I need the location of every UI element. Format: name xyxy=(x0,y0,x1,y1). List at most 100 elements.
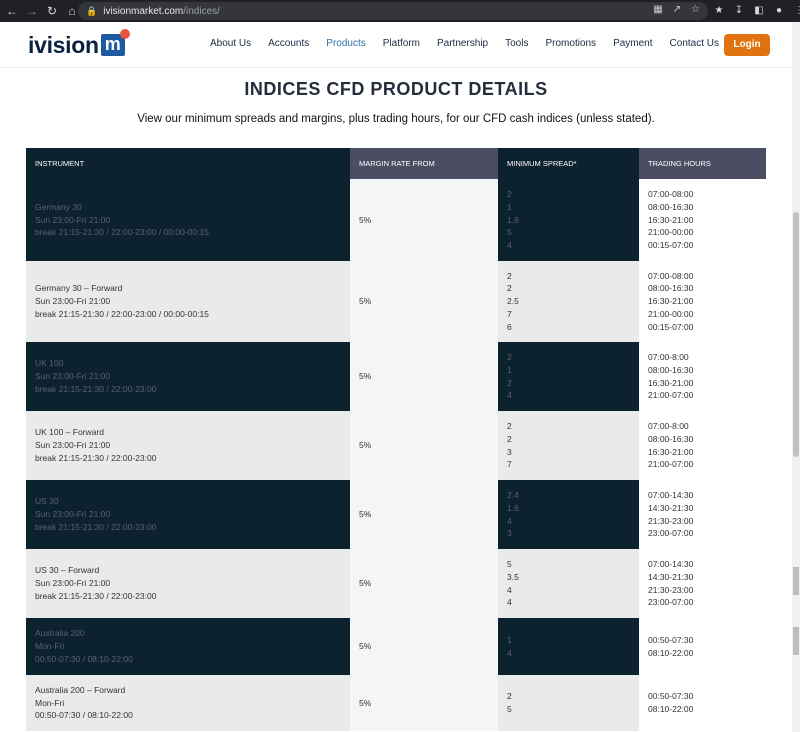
trading-hours-cell-line: 21:30-23:00 xyxy=(648,584,694,595)
spread-cell: 2 1 2 4 xyxy=(498,342,639,411)
margin-cell: 5% xyxy=(350,675,498,731)
instrument-cell: US 30 – Forward Sun 23:00-Fri 21:00 break … xyxy=(26,549,350,618)
address-bar[interactable]: 🔒 ivisionmarket.com/indices/ ▦ ↗ ☆ xyxy=(78,2,708,20)
instrument-cell-line: 00:50-07:30 / 08:10-22:00 xyxy=(35,653,133,664)
trading-hours-cell-line: 07:00-08:00 xyxy=(648,189,694,199)
margin-cell-line: 5% xyxy=(359,296,372,307)
spread-cell-line: 2 xyxy=(507,270,512,281)
spread-cell-line: 2 xyxy=(507,283,512,294)
instrument-cell: UK 100 Sun 23:00-Fri 21:00 break 21:15-21:… xyxy=(26,342,350,411)
site-logo[interactable]: ivision m xyxy=(28,29,130,58)
margin-cell: 5% xyxy=(350,618,498,675)
instrument-cell: Australia 200 – Forward Mon-Fri 00:50-07:3… xyxy=(26,675,350,731)
instrument-cell-line: US 30 – Forward xyxy=(35,565,100,576)
trading-hours-cell-line: 08:00-16:30 xyxy=(648,364,694,375)
menu-item-contact-us[interactable]: Contact Us xyxy=(670,38,719,49)
menu-item-platform[interactable]: Platform xyxy=(383,38,420,49)
instrument-cell-line: Sun 23:00-Fri 21:00 xyxy=(35,578,111,589)
margin-cell-line: 5% xyxy=(359,509,372,520)
menu-item-promotions[interactable]: Promotions xyxy=(545,38,596,49)
instrument-cell-line: Sun 23:00-Fri 21:00 xyxy=(35,214,111,225)
spread-cell-line: 4 xyxy=(507,597,512,608)
spread-cell-line: 6 xyxy=(507,321,512,332)
spread-cell-line: 4 xyxy=(507,647,512,658)
spread-cell-line: 1.8 xyxy=(507,214,519,225)
url-host: ivisionmarket.com xyxy=(103,5,184,17)
spread-cell-line: 2 xyxy=(507,433,512,444)
spread-cell: 2 2 3 7 xyxy=(498,411,639,480)
spread-cell-line: 5 xyxy=(507,227,512,238)
menu-item-about-us[interactable]: About Us xyxy=(210,38,251,49)
extensions-icon[interactable]: ★ xyxy=(712,3,726,19)
download-icon[interactable]: ↧ xyxy=(732,3,746,19)
instrument-cell-line: break 21:15-21:30 / 22:00-23:00 xyxy=(35,590,157,601)
logo-wordmark: ivision xyxy=(28,31,99,58)
scrollbar-thumb[interactable] xyxy=(793,212,799,457)
page-subtitle: View our minimum spreads and margins, pl… xyxy=(137,113,655,125)
margin-cell-line: 5% xyxy=(359,641,372,652)
spread-cell: 2.4 1.6 4 3 xyxy=(498,480,639,549)
menu-item-tools[interactable]: Tools xyxy=(505,38,528,49)
menu-item-payment[interactable]: Payment xyxy=(613,38,652,49)
trading-hours-cell-line: 00:50-07:30 xyxy=(648,634,694,645)
spread-cell: 2 2 2.5 7 6 xyxy=(498,261,639,342)
instrument-cell: Germany 30 Sun 23:00-Fri 21:00 break 21:15… xyxy=(26,179,350,261)
scrollbar-marker xyxy=(793,627,799,655)
back-icon[interactable]: ← xyxy=(4,3,20,19)
margin-cell-line: 5% xyxy=(359,214,372,225)
trading-hours-cell: 07:00-14:30 14:30-21:30 21:30-23:00 23:00-0… xyxy=(639,480,766,549)
trading-hours-cell-line: 21:00-00:00 xyxy=(648,227,694,238)
bookmark-star-icon[interactable]: ☆ xyxy=(691,4,700,15)
url-path: /indices/ xyxy=(183,5,220,17)
table-row: US 30 – Forward Sun 23:00-Fri 21:00 break … xyxy=(26,549,766,618)
translate-icon[interactable]: ▦ xyxy=(653,4,662,15)
instrument-cell-line: US 30 xyxy=(35,496,59,507)
share-icon[interactable]: ↗ xyxy=(673,4,681,15)
margin-cell: 5% xyxy=(350,342,498,411)
table-row: UK 100 – Forward Sun 23:00-Fri 21:00 break… xyxy=(26,411,766,480)
table-header: INSTRUMENT MARGIN RATE FROM MINIMUM SPRE… xyxy=(26,148,766,179)
margin-cell: 5% xyxy=(350,411,498,480)
trading-hours-cell-line: 16:30-21:00 xyxy=(648,377,694,388)
trading-hours-cell-line: 21:00-07:00 xyxy=(648,459,694,470)
trading-hours-cell-line: 08:00-16:30 xyxy=(648,201,694,212)
trading-hours-cell: 00:50-07:30 08:10-22:00 xyxy=(639,618,766,675)
spread-cell-line: 4 xyxy=(507,390,512,401)
instrument-cell-line: Mon-Fri xyxy=(35,697,65,708)
instrument-cell-line: break 21:15-21:30 / 22:00-23:00 / 00:00-… xyxy=(35,227,209,238)
login-button[interactable]: Login xyxy=(724,34,770,56)
reload-icon[interactable]: ↻ xyxy=(44,3,60,19)
margin-cell: 5% xyxy=(350,179,498,261)
menu-item-accounts[interactable]: Accounts xyxy=(268,38,309,49)
trading-hours-cell-line: 08:10-22:00 xyxy=(648,647,694,658)
instrument-cell-line: UK 100 xyxy=(35,358,64,369)
instrument-cell-line: break 21:15-21:30 / 22:00-23:00 / 00:00-… xyxy=(35,308,209,319)
trading-hours-cell: 07:00-08:00 08:00-16:30 16:30-21:00 21:00-0… xyxy=(639,261,766,342)
trading-hours-cell-line: 07:00-14:30 xyxy=(648,489,694,500)
profile-icon[interactable]: ● xyxy=(772,3,786,19)
spread-cell-line: 1.6 xyxy=(507,502,519,513)
instrument-cell-line: UK 100 – Forward xyxy=(35,427,104,438)
margin-cell-line: 5% xyxy=(359,697,372,708)
trading-hours-cell-line: 00:15-07:00 xyxy=(648,240,694,251)
spread-cell-line: 4 xyxy=(507,240,512,251)
sidepanel-icon[interactable]: ◧ xyxy=(752,3,766,19)
spread-cell-line: 7 xyxy=(507,308,512,319)
spread-cell-line: 2 xyxy=(507,420,512,431)
trading-hours-cell-line: 07:00-8:00 xyxy=(648,420,689,431)
menu-item-partnership[interactable]: Partnership xyxy=(437,38,488,49)
browser-toolbar: ← → ↻ ⌂ 🔒 ivisionmarket.com/indices/ ▦ ↗… xyxy=(0,0,800,22)
menu-item-products[interactable]: Products xyxy=(326,38,365,49)
forward-icon[interactable]: → xyxy=(24,3,40,19)
spread-cell-line: 2.5 xyxy=(507,296,519,307)
margin-cell: 5% xyxy=(350,261,498,342)
spread-cell-line: 4 xyxy=(507,584,512,595)
trading-hours-cell-line: 21:30-23:00 xyxy=(648,515,694,526)
instrument-cell-line: Australia 200 – Forward xyxy=(35,684,126,695)
scrollbar-marker xyxy=(793,567,799,595)
kebab-menu-icon[interactable]: ⋮ xyxy=(792,3,800,19)
instrument-cell-line: Sun 23:00-Fri 21:00 xyxy=(35,509,111,520)
trading-hours-cell-line: 16:30-21:00 xyxy=(648,446,694,457)
spread-cell-line: 2 xyxy=(507,351,512,362)
page-scrollbar[interactable] xyxy=(792,22,800,732)
